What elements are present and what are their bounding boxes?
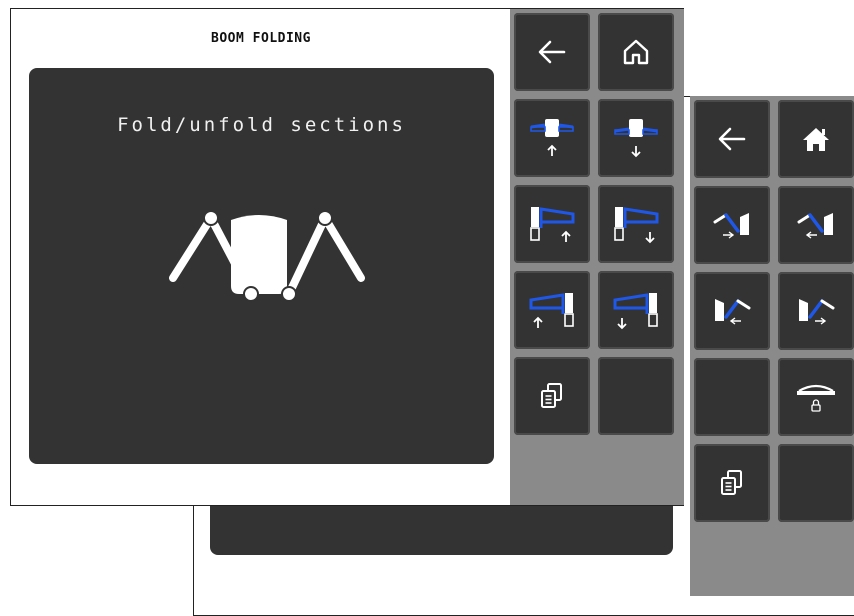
back-arrow-icon (538, 40, 566, 64)
content-caption: Fold/unfold sections (117, 114, 406, 136)
page-title: BOOM FOLDING (211, 31, 311, 46)
home-outline-icon (623, 39, 649, 65)
right-wing-raise-icon (529, 293, 574, 328)
unfold-right-out-button[interactable] (778, 272, 854, 350)
unfold-right-out-icon (799, 299, 835, 325)
home-filled-icon (803, 128, 829, 151)
left-wing-lower-button[interactable] (598, 185, 674, 263)
left-wing-lower-icon (614, 207, 659, 244)
fold-right-in-button[interactable] (694, 272, 770, 350)
center-boom-raise-icon (530, 119, 574, 156)
home-button[interactable] (598, 13, 674, 91)
left-wing-raise-button[interactable] (514, 185, 590, 263)
empty-button[interactable] (778, 444, 854, 522)
right-wing-lower-icon (613, 293, 658, 330)
back-button[interactable] (514, 13, 590, 91)
front-screen: BOOM FOLDING Fold/unfold sections (10, 8, 684, 506)
back-arrow-icon (718, 127, 746, 151)
boom-lock-button[interactable] (778, 358, 854, 436)
copy-pages-button[interactable] (694, 444, 770, 522)
unfold-left-out-icon (797, 213, 833, 239)
empty-button[interactable] (598, 357, 674, 435)
back-side-panel (690, 96, 854, 596)
boom-fold-icon (169, 210, 365, 302)
center-boom-raise-button[interactable] (514, 99, 590, 177)
right-wing-lower-button[interactable] (598, 271, 674, 349)
copy-pages-icon (541, 383, 562, 408)
fold-left-in-button[interactable] (694, 186, 770, 264)
center-boom-lower-icon (614, 119, 658, 158)
home-button[interactable] (778, 100, 854, 178)
right-wing-raise-button[interactable] (514, 271, 590, 349)
copy-pages-button[interactable] (514, 357, 590, 435)
fold-right-in-icon (715, 299, 751, 325)
empty-button[interactable] (694, 358, 770, 436)
boom-lock-icon (797, 384, 835, 412)
center-boom-lower-button[interactable] (598, 99, 674, 177)
left-wing-raise-icon (530, 207, 575, 242)
fold-left-in-icon (713, 213, 749, 239)
copy-pages-icon (721, 470, 742, 495)
back-button[interactable] (694, 100, 770, 178)
front-side-panel (510, 9, 684, 505)
unfold-left-out-button[interactable] (778, 186, 854, 264)
content-area: Fold/unfold sections (29, 68, 494, 464)
